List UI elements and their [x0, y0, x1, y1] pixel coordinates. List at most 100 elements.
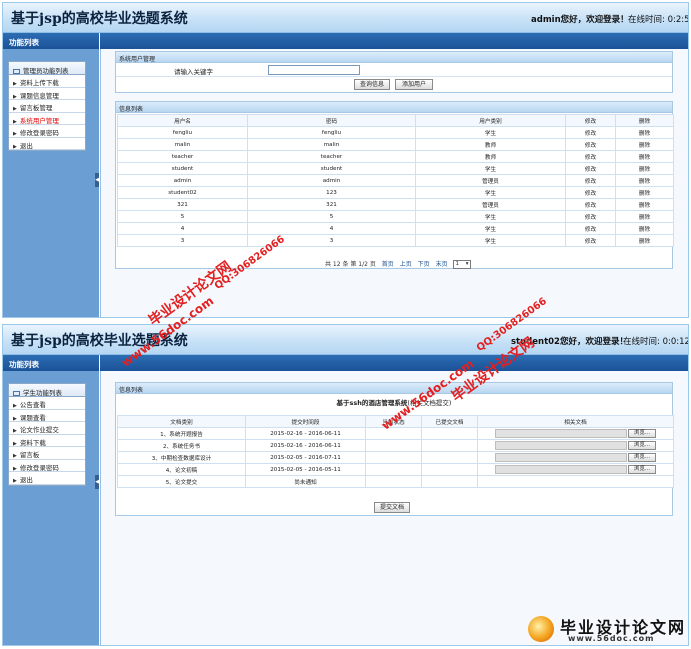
next-page-link[interactable]: 下页	[418, 261, 430, 268]
student-menu: 学生功能列表 ▶ 公告查看 ▶ 课题查看 ▶ 论文作业提交 ▶ 资料下载 ▶ 留言板 ▶ 修改登录密码…	[8, 383, 86, 486]
keyword-label: 请输入关键字	[174, 68, 213, 76]
table-cell: 4、论文初稿	[117, 463, 246, 476]
delete-link[interactable]: 删除	[615, 126, 674, 139]
document-submit-panel: 信息列表 基于ssh的酒店管理系统(相关文档提交) 文档类别 提交时间段 当前状态已…	[115, 382, 674, 516]
submit-documents-button[interactable]: 提交文档	[374, 502, 410, 513]
menu-item[interactable]: ▶ 系统用户管理	[9, 113, 85, 125]
delete-link[interactable]: 删除	[615, 162, 674, 175]
table-cell: 尚未通知	[245, 475, 366, 488]
edit-link[interactable]: 修改	[565, 162, 616, 175]
menu-header-label: 管理员功能列表	[23, 67, 69, 75]
table-cell: 3	[247, 234, 416, 247]
last-page-link[interactable]: 末页	[436, 261, 448, 268]
menu-item[interactable]: ▶ 退出	[9, 138, 85, 150]
first-page-link[interactable]: 首页	[382, 261, 394, 268]
delete-link[interactable]: 删除	[615, 198, 674, 211]
table-cell: 管理员	[415, 174, 566, 187]
table-cell: 2015-02-16 - 2016-06-11	[245, 427, 366, 440]
menu-item[interactable]: ▶ 课题信息管理	[9, 88, 85, 100]
table-cell: 2015-02-05 - 2016-05-11	[245, 463, 366, 476]
file-path-input[interactable]	[495, 465, 627, 474]
delete-link[interactable]: 删除	[615, 186, 674, 199]
table-cell: admin	[247, 174, 416, 187]
table-cell: 5	[247, 210, 416, 223]
project-name: 基于ssh的酒店管理系统	[336, 399, 408, 407]
triangle-right-icon: ▶	[13, 440, 17, 447]
column-header: 当前状态	[365, 415, 422, 428]
table-cell: 管理员	[415, 198, 566, 211]
triangle-right-icon: ▶	[13, 118, 17, 125]
table-cell: 2015-02-16 - 2016-06-11	[245, 439, 366, 452]
table-row: 4、论文初稿 2015-02-05 - 2016-05-11 浏览...	[117, 463, 674, 476]
page-select[interactable]: 1 ▾	[452, 260, 471, 269]
file-path-input[interactable]	[495, 441, 627, 450]
sidebar-toggle-handle[interactable]: ◀	[95, 475, 99, 489]
sidebar-toggle-handle[interactable]: ◀	[95, 173, 99, 187]
prev-page-link[interactable]: 上页	[400, 261, 412, 268]
menu-item[interactable]: ▶ 资料下载	[9, 435, 85, 447]
menu-item[interactable]: ▶ 修改登录密码	[9, 125, 85, 138]
menu-item-label: 资料上传下载	[19, 79, 59, 87]
menu-item[interactable]: ▶ 退出	[9, 472, 85, 485]
menu-item[interactable]: ▶ 修改登录密码	[9, 460, 85, 472]
column-header: 删除	[615, 114, 674, 127]
delete-link[interactable]: 删除	[615, 174, 674, 187]
query-button[interactable]: 查询信息	[354, 79, 390, 90]
edit-link[interactable]: 修改	[565, 234, 616, 247]
delete-link[interactable]: 删除	[615, 222, 674, 235]
table-cell: 2015-02-05 - 2016-07-11	[245, 451, 366, 464]
panel-title: 信息列表	[116, 383, 672, 394]
column-header: 修改	[565, 114, 616, 127]
table-cell: admin	[117, 174, 248, 187]
file-path-input[interactable]	[495, 453, 627, 462]
menu-item[interactable]: ▶ 资料上传下载	[9, 75, 85, 88]
keyword-input[interactable]	[268, 65, 360, 75]
menu-item[interactable]: ▶ 课题查看	[9, 410, 85, 422]
menu-item-label: 公告查看	[19, 401, 46, 409]
delete-link[interactable]: 删除	[615, 234, 674, 247]
globe-icon	[528, 616, 554, 642]
edit-link[interactable]: 修改	[565, 210, 616, 223]
user-table: 用户名 密码 用户类别 修改 删除 fengliu fengliu 学生 修改 删除 malin m…	[117, 114, 674, 247]
file-path-input[interactable]	[495, 429, 627, 438]
browse-button[interactable]: 浏览...	[628, 429, 656, 438]
user-list-panel: 信息列表 用户名 密码 用户类别 修改 删除 fengliu fengliu 学生 修改 删除 m…	[115, 101, 674, 269]
table-cell	[365, 427, 422, 440]
table-cell: 4	[247, 222, 416, 235]
edit-link[interactable]: 修改	[565, 174, 616, 187]
browse-button[interactable]: 浏览...	[628, 465, 656, 474]
browse-button[interactable]: 浏览...	[628, 441, 656, 450]
delete-link[interactable]: 删除	[615, 210, 674, 223]
column-header: 用户名	[117, 114, 248, 127]
delete-link[interactable]: 删除	[615, 150, 674, 163]
edit-link[interactable]: 修改	[565, 126, 616, 139]
table-cell	[365, 451, 422, 464]
table-cell: 321	[117, 198, 248, 211]
menu-header: 管理员功能列表	[9, 62, 85, 75]
menu-item-label: 修改登录密码	[19, 129, 59, 137]
triangle-right-icon: ▶	[13, 478, 17, 484]
main-header-strip	[100, 33, 688, 49]
edit-link[interactable]: 修改	[565, 150, 616, 163]
edit-link[interactable]: 修改	[565, 198, 616, 211]
triangle-right-icon: ▶	[13, 403, 17, 409]
menu-item[interactable]: ▶ 留言板管理	[9, 100, 85, 113]
table-cell: teacher	[117, 150, 248, 163]
menu-item[interactable]: ▶ 论文作业提交	[9, 422, 85, 435]
table-cell: student02	[117, 186, 248, 199]
delete-link[interactable]: 删除	[615, 138, 674, 151]
edit-link[interactable]: 修改	[565, 186, 616, 199]
table-cell: 学生	[415, 162, 566, 175]
app-title: 基于jsp的高校毕业选题系统	[11, 11, 188, 27]
table-cell	[365, 439, 422, 452]
table-cell: malin	[117, 138, 248, 151]
table-cell	[421, 427, 478, 440]
menu-item[interactable]: ▶ 公告查看	[9, 397, 85, 410]
file-upload-field: 浏览...	[477, 427, 674, 440]
table-cell: 123	[247, 186, 416, 199]
browse-button[interactable]: 浏览...	[628, 453, 656, 462]
add-user-button[interactable]: 添加用户	[395, 79, 433, 90]
edit-link[interactable]: 修改	[565, 222, 616, 235]
menu-item[interactable]: ▶ 留言板	[9, 447, 85, 460]
edit-link[interactable]: 修改	[565, 138, 616, 151]
